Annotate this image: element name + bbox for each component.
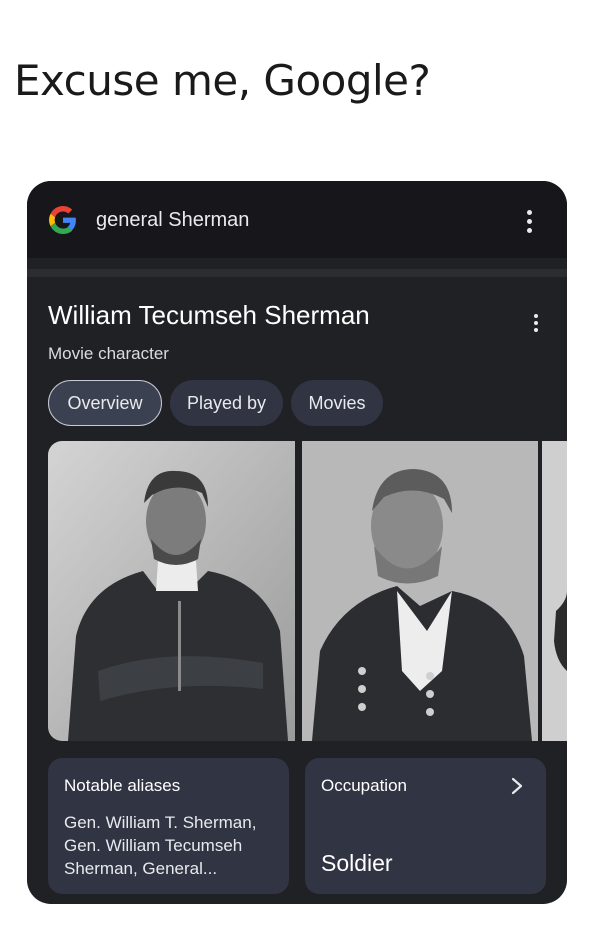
- entity-more-vert-icon[interactable]: [534, 314, 540, 332]
- occupation-card[interactable]: Occupation Soldier: [305, 758, 546, 894]
- divider: [27, 269, 567, 277]
- more-vert-icon[interactable]: [527, 210, 533, 233]
- search-bar[interactable]: general Sherman: [27, 181, 567, 258]
- portrait-photo-3[interactable]: [542, 441, 567, 741]
- entity-subtitle: Movie character: [48, 344, 169, 363]
- chevron-right-icon[interactable]: [510, 777, 524, 795]
- search-query[interactable]: general Sherman: [96, 209, 249, 232]
- occupation-label: Occupation: [321, 776, 407, 795]
- aliases-label: Notable aliases: [64, 776, 181, 795]
- aliases-value: Gen. William T. Sherman, Gen. William Te…: [64, 813, 257, 878]
- tab-movies[interactable]: Movies: [291, 380, 383, 426]
- meme-caption: Excuse me, Google?: [14, 56, 431, 105]
- portrait-photo-1[interactable]: [48, 441, 295, 741]
- tab-played-by[interactable]: Played by: [170, 380, 283, 426]
- knowledge-panel-card: general Sherman William Tecumseh Sherman…: [27, 181, 567, 904]
- occupation-value: Soldier: [321, 850, 393, 876]
- portrait-photo-2[interactable]: [302, 441, 538, 741]
- google-logo-icon: [49, 206, 76, 234]
- tab-overview[interactable]: Overview: [48, 380, 162, 426]
- entity-title: William Tecumseh Sherman: [48, 300, 370, 330]
- notable-aliases-card[interactable]: Notable aliases Gen. William T. Sherman,…: [48, 758, 289, 894]
